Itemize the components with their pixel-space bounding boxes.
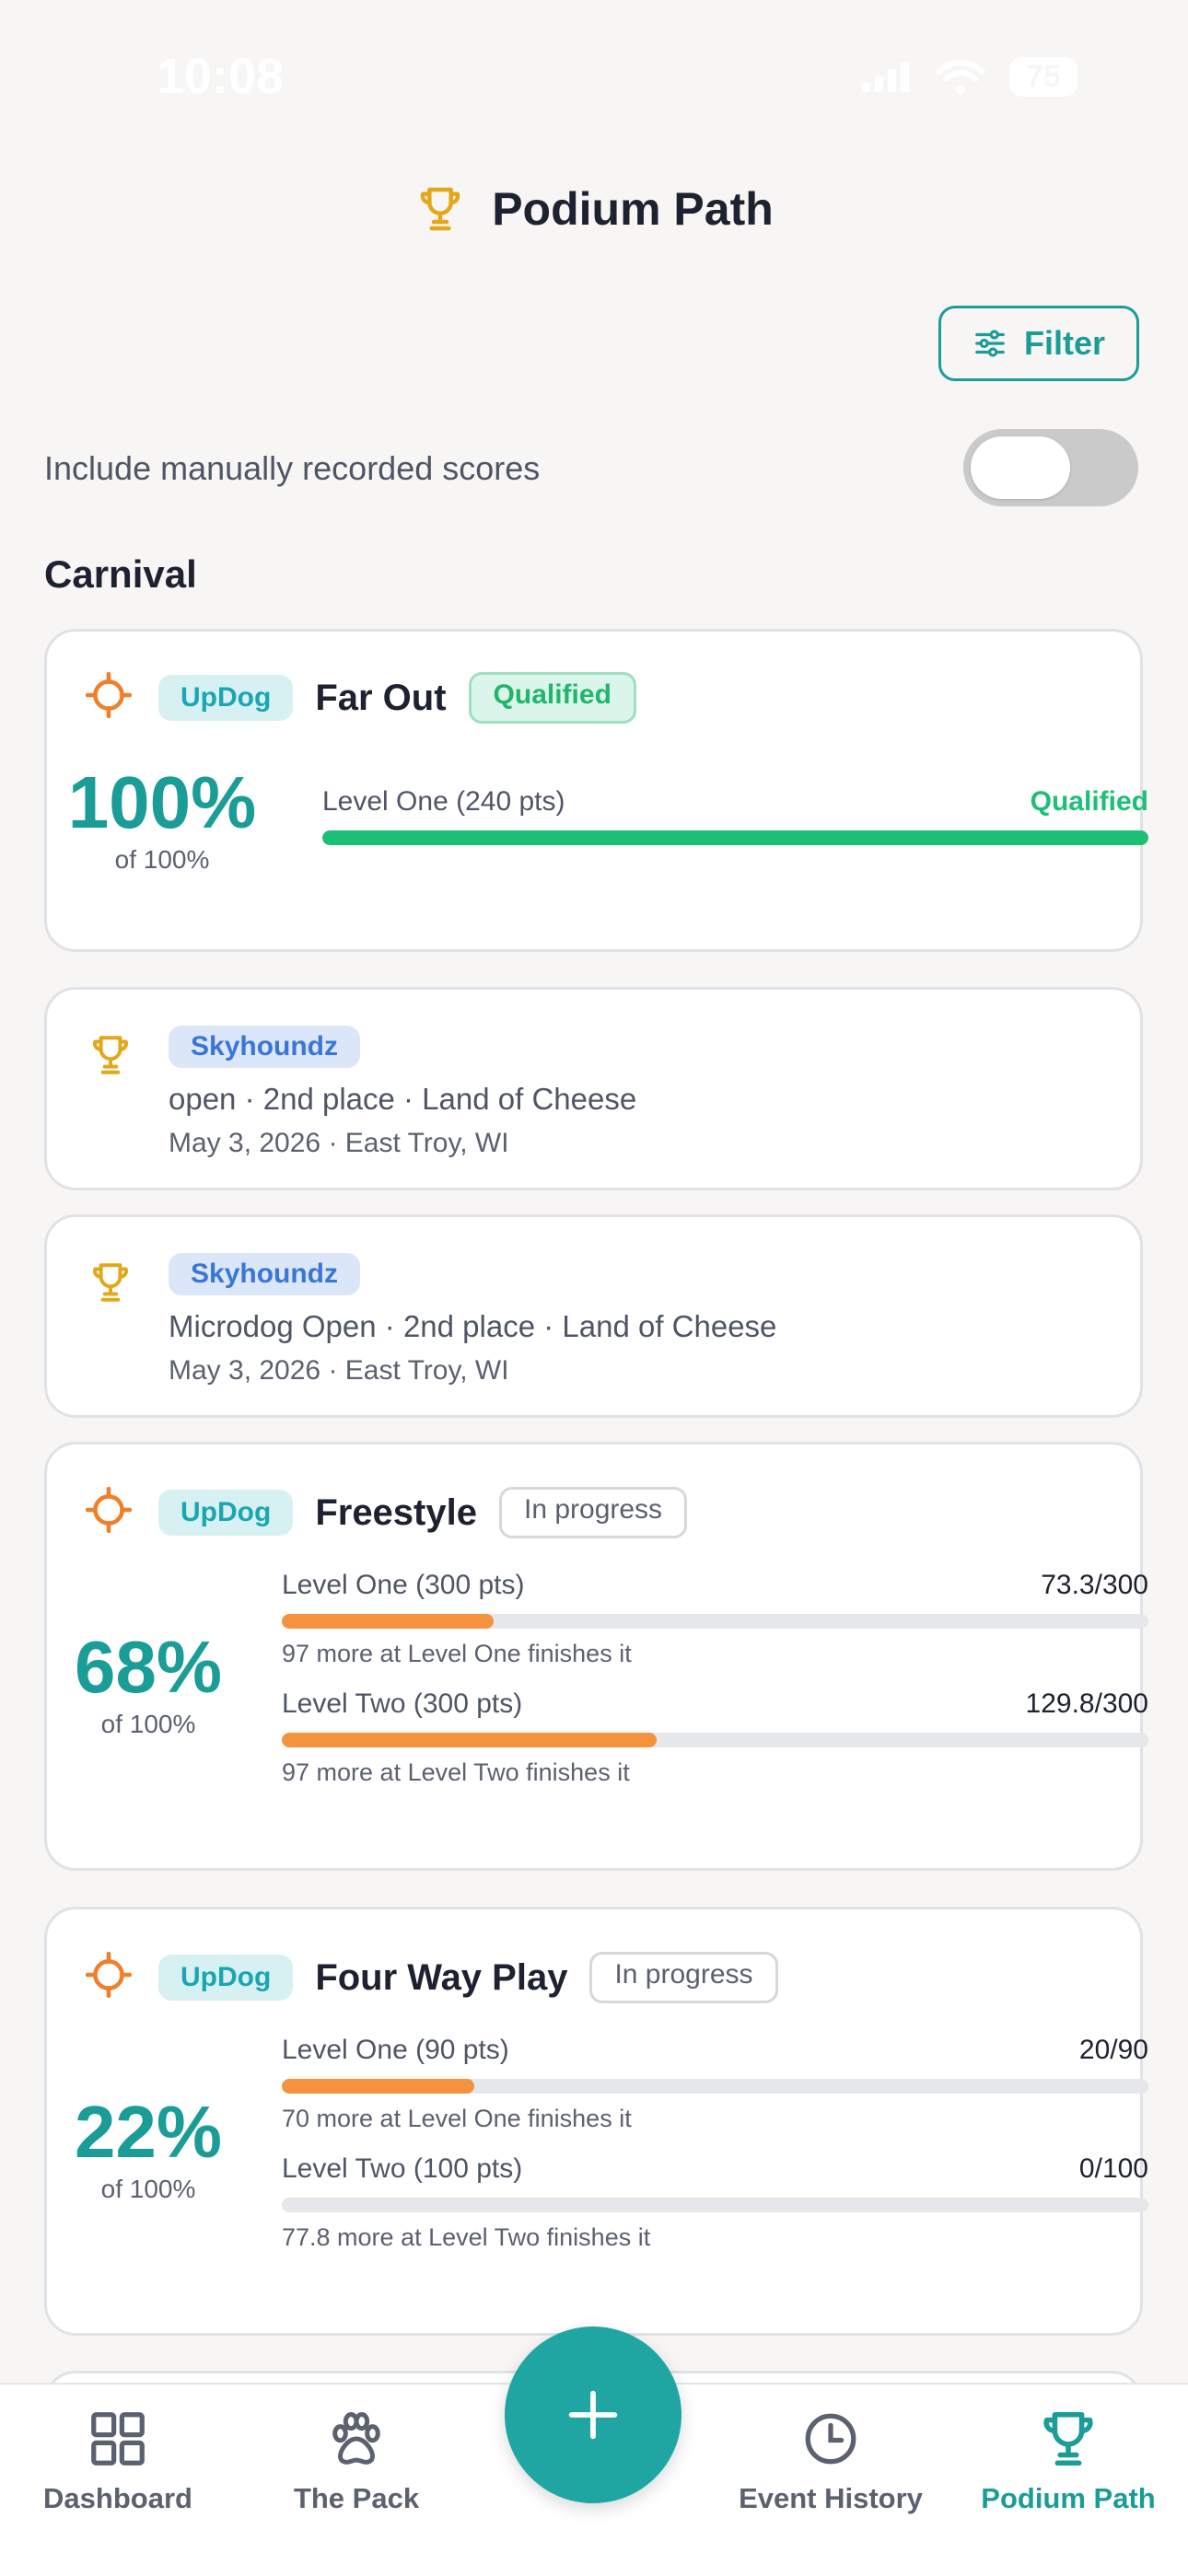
level-hint: 97 more at Level Two finishes it xyxy=(282,1758,630,1786)
placement-card[interactable]: Skyhoundz open · 2nd place · Land of Che… xyxy=(44,987,1143,1190)
level-value: Qualified xyxy=(1030,786,1148,817)
progress-percent: 68% xyxy=(74,1626,223,1708)
level-progress-fill xyxy=(282,2079,474,2094)
trophy-icon xyxy=(1043,2411,1093,2466)
target-icon xyxy=(86,1952,132,1998)
filter-button-label: Filter xyxy=(1023,324,1105,362)
grid-icon xyxy=(91,2412,145,2466)
placement-details: Microdog Open · 2nd place · Land of Chee… xyxy=(169,1309,777,1343)
org-badge: UpDog xyxy=(158,675,294,721)
level-progress-fill xyxy=(322,830,1148,845)
event-name: Freestyle xyxy=(315,1491,477,1533)
manual-scores-toggle[interactable] xyxy=(963,429,1138,506)
sliders-icon xyxy=(975,330,1005,357)
event-card-freestyle[interactable]: UpDog Freestyle In progress 68% of 100% … xyxy=(44,1442,1148,1871)
status-badge: In progress xyxy=(589,1952,778,2003)
level-value: 0/100 xyxy=(1078,2153,1148,2184)
nav-podium-path[interactable]: Podium Path xyxy=(967,2407,1170,2515)
target-icon xyxy=(86,1487,132,1533)
nav-label: The Pack xyxy=(293,2482,420,2514)
level-label: Level Two (300 pts) xyxy=(282,1688,523,1719)
level-label: Level One (300 pts) xyxy=(282,1570,525,1600)
level-hint: 77.8 more at Level Two finishes it xyxy=(282,2223,651,2251)
org-badge: Skyhoundz xyxy=(169,1026,361,1068)
level-value: 129.8/300 xyxy=(1025,1688,1148,1719)
level-value: 20/90 xyxy=(1078,2035,1148,2065)
level-progress-bar xyxy=(322,830,1148,845)
progress-percent: 100% xyxy=(67,761,257,843)
level-progress-bar xyxy=(282,2079,1148,2094)
trophy-icon xyxy=(420,187,460,231)
filter-button[interactable]: Filter xyxy=(938,306,1139,381)
battery-indicator: 75 xyxy=(1009,57,1077,97)
progress-percent-of: of 100% xyxy=(100,1710,196,1738)
org-badge: Skyhoundz xyxy=(169,1253,361,1295)
level-row: Level Two (300 pts) 129.8/300 97 more at… xyxy=(282,1688,1148,1787)
status-icons: 75 xyxy=(860,57,1077,97)
status-badge: Qualified xyxy=(468,672,636,724)
level-row: Level One (90 pts) 20/90 70 more at Leve… xyxy=(282,2035,1148,2133)
page-header: Podium Path xyxy=(0,182,1188,236)
event-name: Far Out xyxy=(315,677,447,718)
progress-percent: 22% xyxy=(74,2091,223,2173)
org-badge: UpDog xyxy=(158,1955,294,2001)
level-progress-fill xyxy=(282,1733,658,1747)
event-name: Four Way Play xyxy=(315,1956,568,1998)
org-badge: UpDog xyxy=(158,1490,294,1536)
manual-scores-label: Include manually recorded scores xyxy=(44,449,541,487)
nav-event-history[interactable]: Event History xyxy=(729,2407,932,2515)
level-progress-fill xyxy=(282,1614,494,1629)
placement-details: open · 2nd place · Land of Cheese xyxy=(169,1082,637,1116)
level-progress-bar xyxy=(282,1614,1148,1629)
level-label: Level One (90 pts) xyxy=(282,2035,509,2065)
nav-the-pack[interactable]: The Pack xyxy=(255,2407,458,2515)
level-hint: 97 more at Level One finishes it xyxy=(282,1640,632,1667)
trophy-icon xyxy=(93,1263,128,1302)
add-button[interactable] xyxy=(505,2327,681,2503)
placement-card[interactable]: Skyhoundz Microdog Open · 2nd place · La… xyxy=(44,1214,1143,1418)
level-value: 73.3/300 xyxy=(1041,1570,1148,1600)
placement-date-location: May 3, 2026 · East Troy, WI xyxy=(169,1355,509,1386)
signal-icon xyxy=(862,61,910,92)
target-icon xyxy=(86,672,132,718)
level-row: Level One (300 pts) 73.3/300 97 more at … xyxy=(282,1570,1148,1668)
level-hint: 70 more at Level One finishes it xyxy=(282,2105,632,2132)
trophy-icon xyxy=(93,1036,128,1074)
plus-icon xyxy=(568,2390,618,2440)
level-label: Level One (240 pts) xyxy=(322,786,565,817)
paw-icon xyxy=(332,2411,380,2465)
page-title: Podium Path xyxy=(492,183,774,235)
event-card-four-way-play[interactable]: UpDog Four Way Play In progress 22% of 1… xyxy=(44,1907,1148,2336)
clock-icon xyxy=(805,2413,856,2465)
nav-label: Podium Path xyxy=(981,2482,1156,2514)
section-title: Carnival xyxy=(44,552,197,596)
nav-label: Event History xyxy=(739,2482,923,2514)
level-label: Level Two (100 pts) xyxy=(282,2153,523,2184)
status-time: 10:08 xyxy=(157,49,285,104)
nav-label: Dashboard xyxy=(43,2482,192,2514)
event-card-far-out[interactable]: UpDog Far Out Qualified 100% of 100% Lev… xyxy=(44,629,1148,952)
nav-dashboard[interactable]: Dashboard xyxy=(17,2407,219,2515)
status-badge: In progress xyxy=(498,1487,688,1538)
wifi-icon xyxy=(936,59,986,94)
placement-date-location: May 3, 2026 · East Troy, WI xyxy=(169,1128,509,1158)
level-progress-bar xyxy=(282,2198,1148,2212)
toggle-knob xyxy=(971,436,1070,499)
level-progress-bar xyxy=(282,1733,1148,1747)
progress-percent-of: of 100% xyxy=(114,845,210,874)
progress-percent-of: of 100% xyxy=(100,2175,196,2203)
level-row: Level Two (100 pts) 0/100 77.8 more at L… xyxy=(282,2153,1148,2252)
